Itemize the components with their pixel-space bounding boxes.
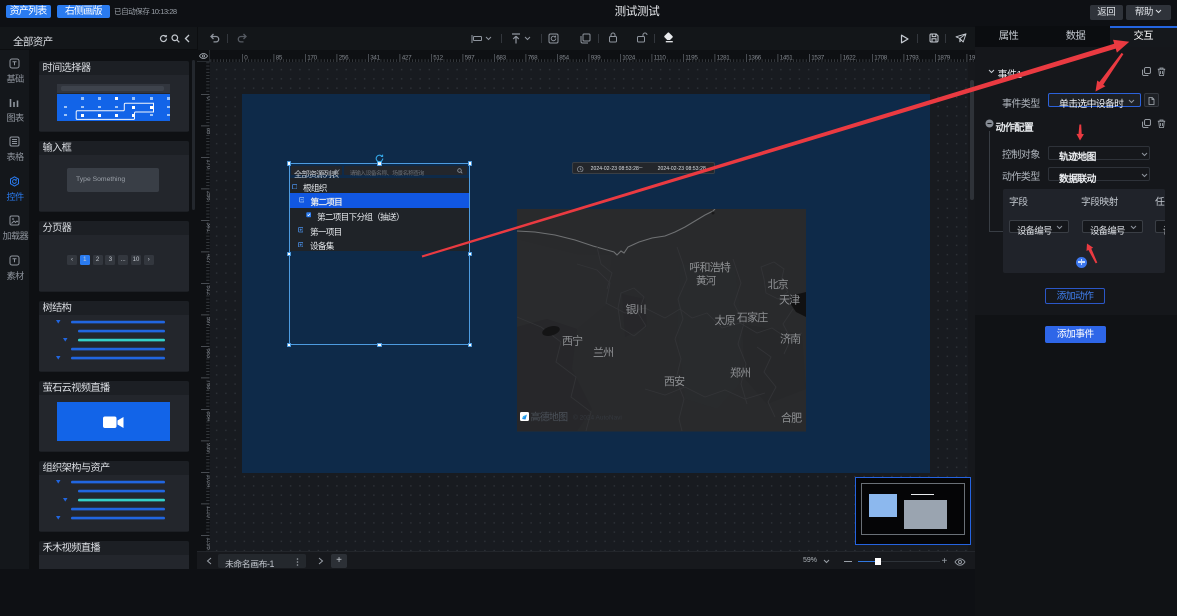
svg-text:1537: 1537 xyxy=(811,54,825,61)
svg-text:1024: 1024 xyxy=(622,54,636,61)
svg-text:1366: 1366 xyxy=(748,54,762,61)
svg-text:西安: 西安 xyxy=(664,374,685,388)
svg-text:© 2024 AutoNavi: © 2024 AutoNavi xyxy=(573,414,622,422)
svg-text:1281: 1281 xyxy=(716,54,730,61)
svg-text:呼和浩特: 呼和浩特 xyxy=(689,260,731,274)
svg-text:1879: 1879 xyxy=(937,54,951,61)
svg-text:黄河: 黄河 xyxy=(696,274,717,287)
svg-text:1622: 1622 xyxy=(842,54,856,61)
svg-text:银川: 银川 xyxy=(625,302,645,316)
svg-text:合肥: 合肥 xyxy=(781,411,802,425)
svg-text:石家庄: 石家庄 xyxy=(737,310,768,324)
svg-text:济南: 济南 xyxy=(780,332,801,346)
svg-text:1451: 1451 xyxy=(779,54,793,61)
svg-text:1708: 1708 xyxy=(874,54,888,61)
svg-text:1793: 1793 xyxy=(905,54,919,61)
svg-text:兰州: 兰州 xyxy=(593,346,613,359)
svg-text:西宁: 西宁 xyxy=(562,334,583,348)
svg-text:天津: 天津 xyxy=(779,294,800,307)
svg-text:郑州: 郑州 xyxy=(730,366,750,380)
svg-text:1195: 1195 xyxy=(685,54,698,61)
svg-text:1195: 1195 xyxy=(205,537,210,550)
svg-text:1024: 1024 xyxy=(205,474,210,488)
svg-text:高德地图: 高德地图 xyxy=(530,411,568,424)
svg-text:太原: 太原 xyxy=(714,314,735,327)
svg-text:北京: 北京 xyxy=(767,277,788,291)
